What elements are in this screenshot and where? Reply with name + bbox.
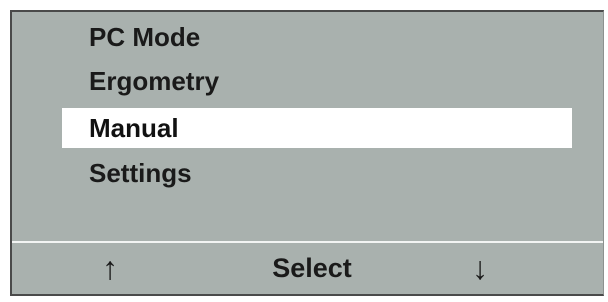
- select-button[interactable]: Select: [252, 244, 372, 292]
- lcd-display: PC Mode Ergometry Manual Settings ↑ Sele…: [10, 10, 604, 296]
- up-arrow-icon[interactable]: ↑: [90, 244, 130, 292]
- down-arrow-icon[interactable]: ↓: [460, 244, 500, 292]
- menu-item-pc-mode[interactable]: PC Mode: [62, 17, 572, 57]
- menu-item-settings[interactable]: Settings: [62, 153, 572, 193]
- menu-item-manual[interactable]: Manual: [62, 108, 572, 148]
- softkey-bar: ↑ Select ↓: [12, 244, 603, 294]
- softkey-divider: [12, 241, 603, 243]
- menu-item-ergometry[interactable]: Ergometry: [62, 61, 572, 101]
